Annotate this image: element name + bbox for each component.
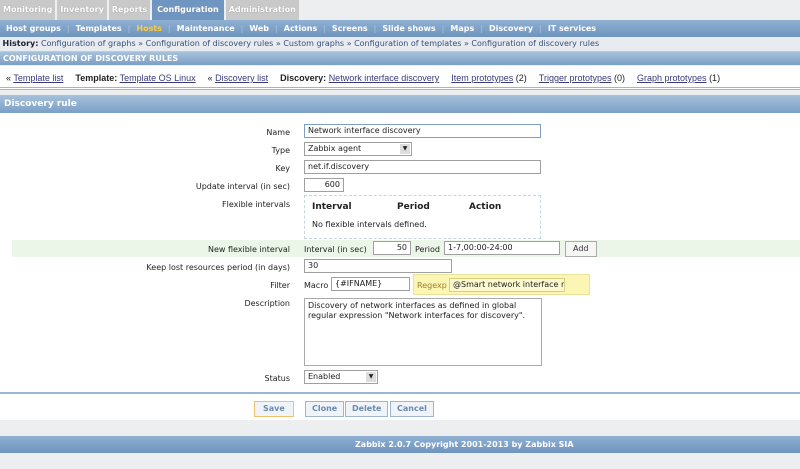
section-title: Discovery rule (0, 95, 800, 113)
flexible-intervals-label: Flexible intervals (222, 200, 290, 209)
chevron-down-icon: ▼ (400, 144, 410, 154)
copyright: Zabbix 2.0.7 Copyright 2001-2013 by Zabb… (355, 440, 574, 449)
submenu-it-services[interactable]: IT services (542, 20, 602, 37)
history-link[interactable]: Custom graphs (283, 39, 344, 48)
page-title: CONFIGURATION OF DISCOVERY RULES (0, 52, 800, 65)
submenu-slide-shows[interactable]: Slide shows (376, 20, 441, 37)
chevron-down-icon: ▼ (366, 372, 376, 382)
name-input[interactable]: Network interface discovery (304, 124, 541, 138)
tab-reports[interactable]: Reports (108, 0, 151, 20)
history-link[interactable]: Configuration of discovery rules (146, 39, 274, 48)
type-label: Type (271, 146, 290, 155)
regexp-input[interactable]: @Smart network interface names for disco… (449, 278, 565, 292)
item-prototypes-link[interactable]: Item prototypes (451, 73, 513, 83)
graph-count: (1) (709, 73, 721, 83)
history-bar: History: Configuration of graphs » Confi… (0, 37, 800, 52)
submenu-hosts[interactable]: Hosts (130, 20, 168, 37)
key-input[interactable]: net.if.discovery (304, 160, 541, 174)
period-input[interactable]: 1-7,00:00-24:00 (444, 241, 560, 255)
column-interval: Interval (312, 202, 352, 212)
trigger-count: (0) (614, 73, 625, 83)
history-link[interactable]: Configuration of discovery rules (471, 39, 599, 48)
column-period: Period (397, 202, 430, 212)
add-button[interactable]: Add (565, 241, 597, 257)
keep-lost-input[interactable]: 30 (304, 259, 452, 273)
empty-message: No flexible intervals defined. (312, 220, 427, 229)
status-select[interactable]: Enabled ▼ (304, 370, 378, 384)
interval-label: Interval (in sec) (304, 245, 367, 254)
sub-menu: Host groups | Templates | Hosts | Maintenan… (0, 20, 800, 37)
macro-input[interactable]: {#IFNAME} (331, 277, 410, 291)
submenu-maintenance[interactable]: Maintenance (171, 20, 241, 37)
submenu-maps[interactable]: Maps (444, 20, 480, 37)
column-action: Action (469, 202, 502, 212)
type-select[interactable]: Zabbix agent ▼ (304, 142, 412, 156)
regexp-label: Regexp (417, 281, 447, 290)
regexp-field: Regexp @Smart network interface names fo… (413, 274, 590, 295)
graph-prototypes-link[interactable]: Graph prototypes (637, 73, 707, 83)
navigation-links: « Template list Template: Template OS Lin… (0, 66, 800, 90)
template-list-link[interactable]: Template list (13, 73, 63, 83)
submenu-actions[interactable]: Actions (278, 20, 323, 37)
flexible-intervals-table: Interval Period Action No flexible inter… (304, 195, 541, 239)
template-link[interactable]: Template OS Linux (120, 73, 196, 83)
discovery-link[interactable]: Network interface discovery (329, 73, 440, 83)
status-label: Status (264, 374, 291, 383)
submenu-web[interactable]: Web (243, 20, 275, 37)
name-label: Name (266, 128, 290, 137)
submenu-host-groups[interactable]: Host groups (0, 20, 67, 37)
history-link[interactable]: Configuration of templates (354, 39, 461, 48)
type-value: Zabbix agent (308, 144, 362, 153)
period-label: Period (415, 245, 440, 254)
key-label: Key (275, 164, 290, 173)
submenu-screens[interactable]: Screens (326, 20, 374, 37)
interval-input[interactable]: 50 (373, 241, 411, 255)
macro-label: Macro (304, 281, 329, 290)
tab-monitoring[interactable]: Monitoring (0, 0, 56, 20)
history-link[interactable]: Configuration of graphs (41, 39, 136, 48)
update-interval-input[interactable]: 600 (304, 178, 344, 192)
footer: Zabbix 2.0.7 Copyright 2001-2013 by Zabb… (0, 436, 800, 453)
discovery-label: Discovery: (280, 73, 327, 83)
item-count: (2) (515, 73, 527, 83)
status-value: Enabled (308, 372, 341, 381)
cancel-button[interactable]: Cancel (390, 401, 434, 417)
description-textarea[interactable]: Discovery of network interfaces as defin… (304, 298, 542, 366)
top-menu: Monitoring Inventory Reports Configurati… (0, 0, 299, 20)
trigger-prototypes-link[interactable]: Trigger prototypes (539, 73, 612, 83)
delete-button[interactable]: Delete (345, 401, 389, 417)
submenu-discovery[interactable]: Discovery (483, 20, 539, 37)
description-label: Description (244, 299, 290, 308)
clone-button[interactable]: Clone (305, 401, 345, 417)
save-button[interactable]: Save (254, 401, 294, 417)
discovery-list-link[interactable]: Discovery list (215, 73, 268, 83)
update-interval-label: Update interval (in sec) (195, 182, 290, 191)
new-flexible-interval-label: New flexible interval (207, 245, 290, 254)
filter-label: Filter (270, 281, 290, 290)
template-label: Template: (75, 73, 118, 83)
submenu-templates[interactable]: Templates (70, 20, 128, 37)
history-label: History: (2, 39, 39, 48)
tab-administration[interactable]: Administration (225, 0, 299, 20)
tab-inventory[interactable]: Inventory (57, 0, 107, 20)
keep-lost-label: Keep lost resources period (in days) (146, 263, 290, 272)
tab-configuration[interactable]: Configuration (152, 0, 224, 20)
